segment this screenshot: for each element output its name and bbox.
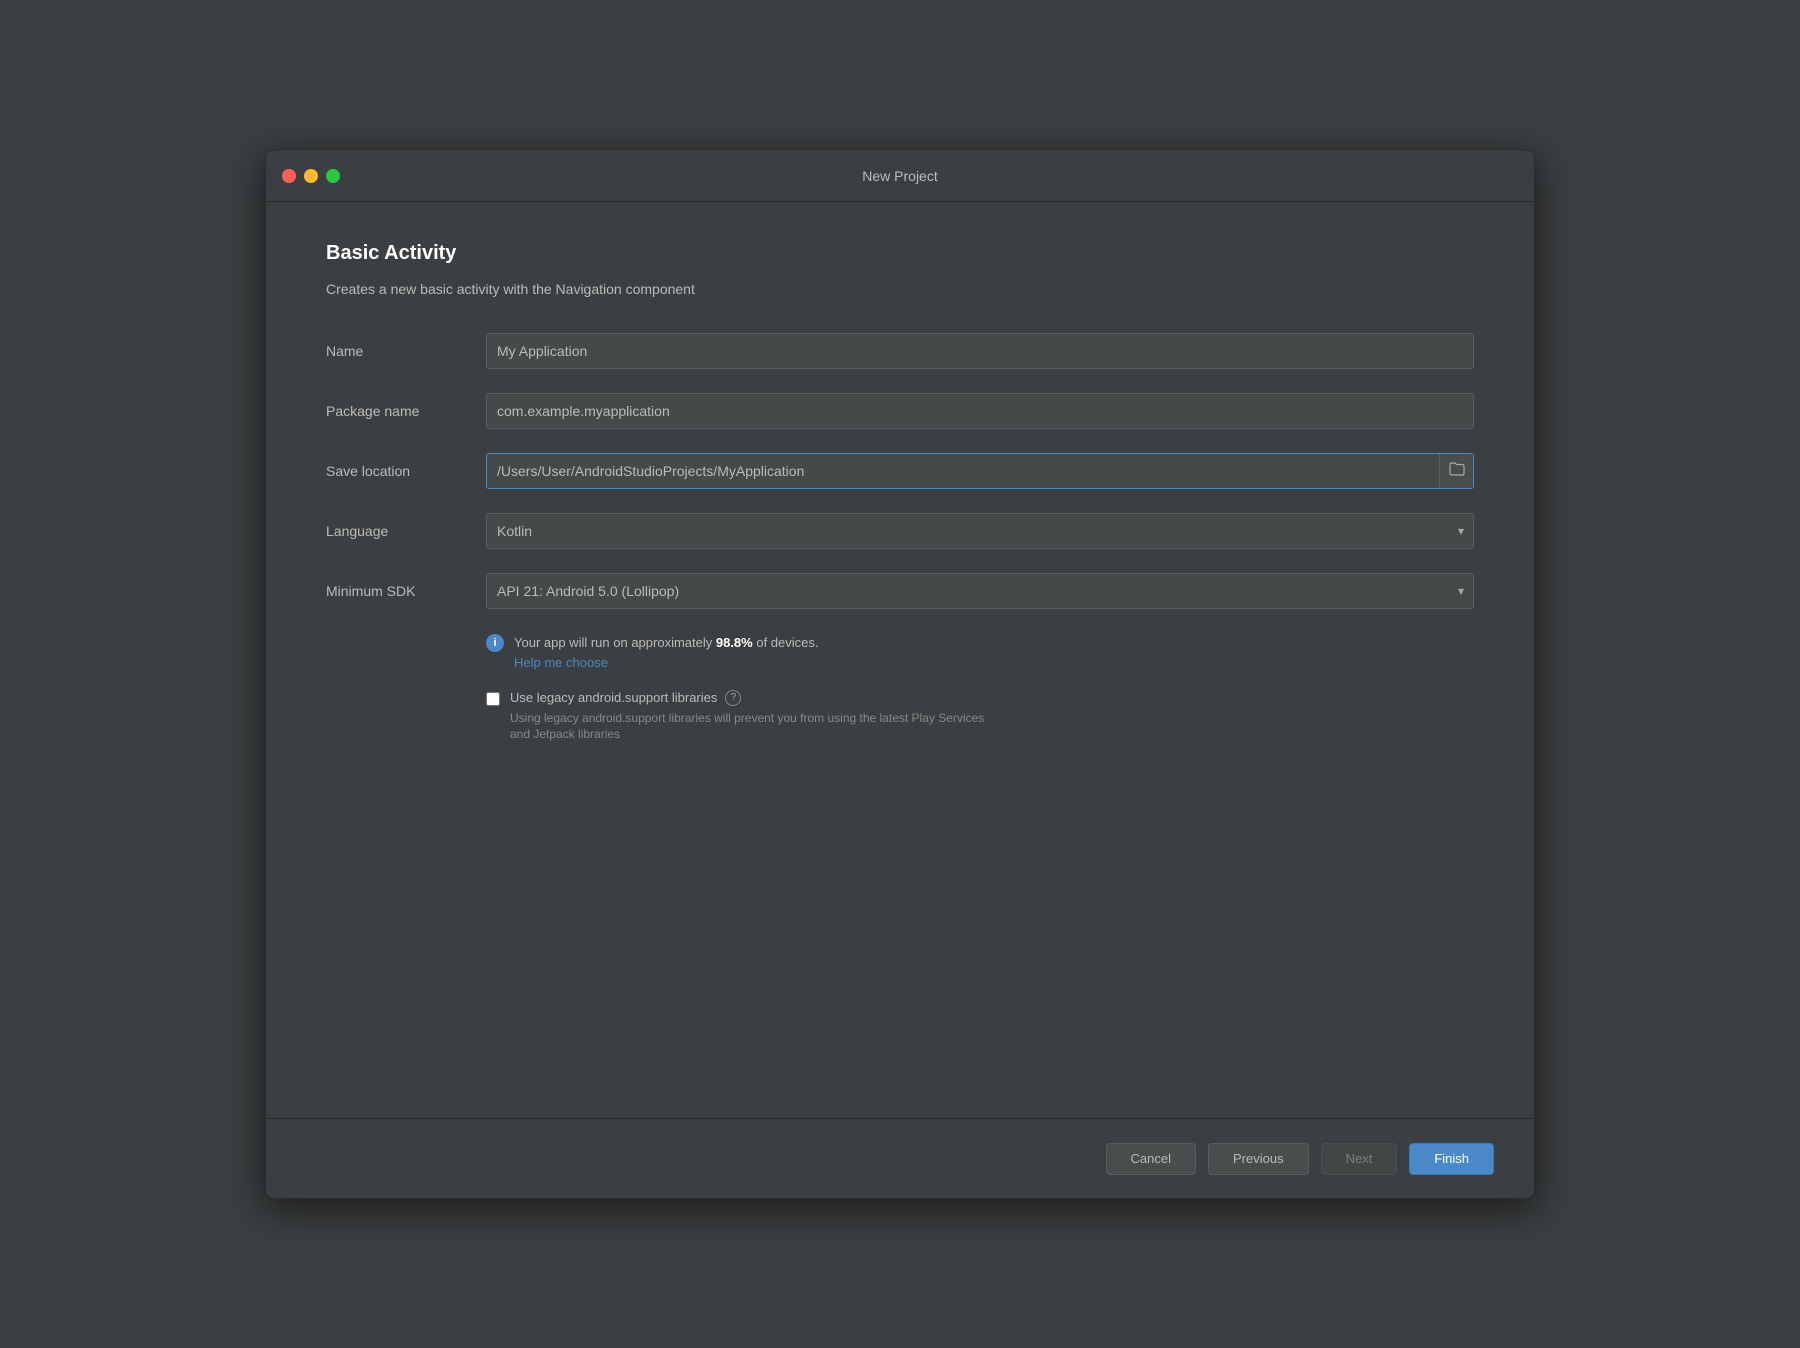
info-percentage: 98.8% [716,635,753,650]
package-name-label: Package name [326,403,486,419]
minimum-sdk-label: Minimum SDK [326,583,486,599]
minimum-sdk-select-wrapper: API 21: Android 5.0 (Lollipop) API 16: A… [486,573,1474,609]
minimize-button[interactable] [304,169,318,183]
new-project-dialog: New Project Basic Activity Creates a new… [265,149,1535,1199]
legacy-checkbox[interactable] [486,692,500,706]
language-select-wrapper: Kotlin Java ▾ [486,513,1474,549]
name-input[interactable] [486,333,1474,369]
window-controls [282,169,340,183]
save-location-field-row: Save location [326,453,1474,489]
save-location-input[interactable] [487,454,1439,488]
save-location-input-group [486,453,1474,489]
legacy-checkbox-description: Using legacy android.support libraries w… [510,710,990,744]
minimum-sdk-field-row: Minimum SDK API 21: Android 5.0 (Lollipo… [326,573,1474,609]
close-button[interactable] [282,169,296,183]
language-label: Language [326,523,486,539]
section-subtitle: Creates a new basic activity with the Na… [326,281,1474,297]
previous-button[interactable]: Previous [1208,1143,1309,1175]
info-message-row: i Your app will run on approximately 98.… [486,633,1474,670]
minimum-sdk-select[interactable]: API 21: Android 5.0 (Lollipop) API 16: A… [486,573,1474,609]
cancel-button[interactable]: Cancel [1106,1143,1196,1175]
dialog-footer: Cancel Previous Next Finish [266,1118,1534,1198]
dialog-content: Basic Activity Creates a new basic activ… [266,202,1534,1118]
legacy-checkbox-row: Use legacy android.support libraries ? U… [486,690,1474,744]
section-title: Basic Activity [326,242,1474,265]
legacy-checkbox-label-group: Use legacy android.support libraries ? U… [510,690,990,744]
info-text-block: Your app will run on approximately 98.8%… [514,633,819,670]
finish-button[interactable]: Finish [1409,1143,1494,1175]
package-name-input[interactable] [486,393,1474,429]
name-label: Name [326,343,486,359]
save-location-label: Save location [326,463,486,479]
browse-folder-button[interactable] [1439,454,1473,488]
language-field-row: Language Kotlin Java ▾ [326,513,1474,549]
help-me-choose-link[interactable]: Help me choose [514,655,819,670]
info-icon: i [486,634,504,652]
language-select[interactable]: Kotlin Java [486,513,1474,549]
name-field-row: Name [326,333,1474,369]
next-button[interactable]: Next [1321,1143,1398,1175]
folder-icon [1449,462,1465,481]
window-title: New Project [862,168,937,184]
info-message-text: Your app will run on approximately 98.8%… [514,635,819,650]
legacy-checkbox-label: Use legacy android.support libraries ? [510,690,990,706]
package-name-field-row: Package name [326,393,1474,429]
title-bar: New Project [266,150,1534,202]
maximize-button[interactable] [326,169,340,183]
legacy-help-icon[interactable]: ? [725,690,741,706]
